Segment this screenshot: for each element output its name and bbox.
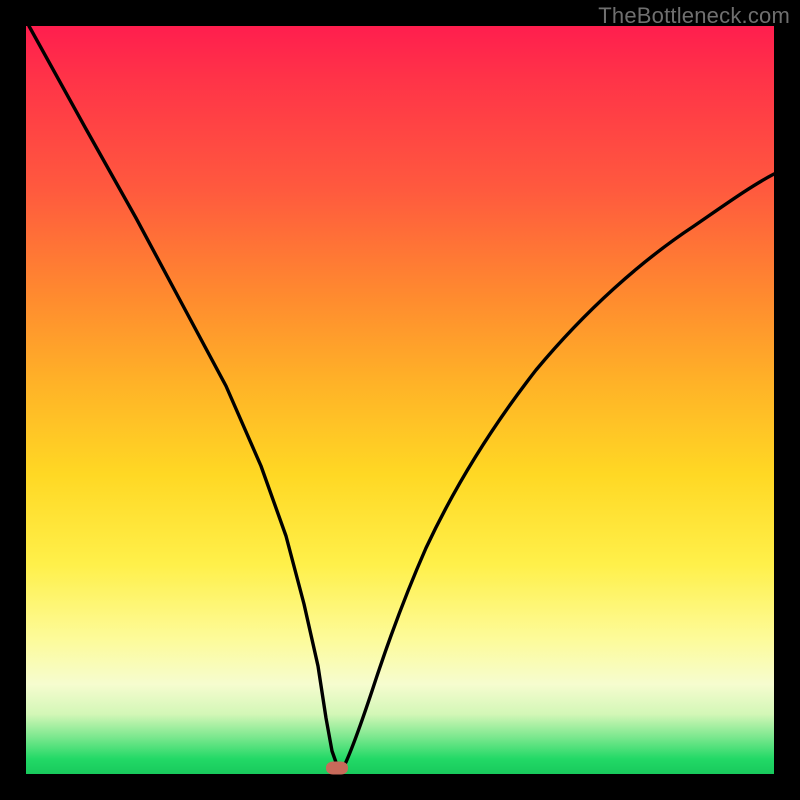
curve-path [29,26,774,768]
plot-area [26,26,774,774]
chart-frame: TheBottleneck.com [0,0,800,800]
bottleneck-curve [26,26,774,774]
minimum-marker [326,762,348,775]
watermark-text: TheBottleneck.com [598,3,790,29]
